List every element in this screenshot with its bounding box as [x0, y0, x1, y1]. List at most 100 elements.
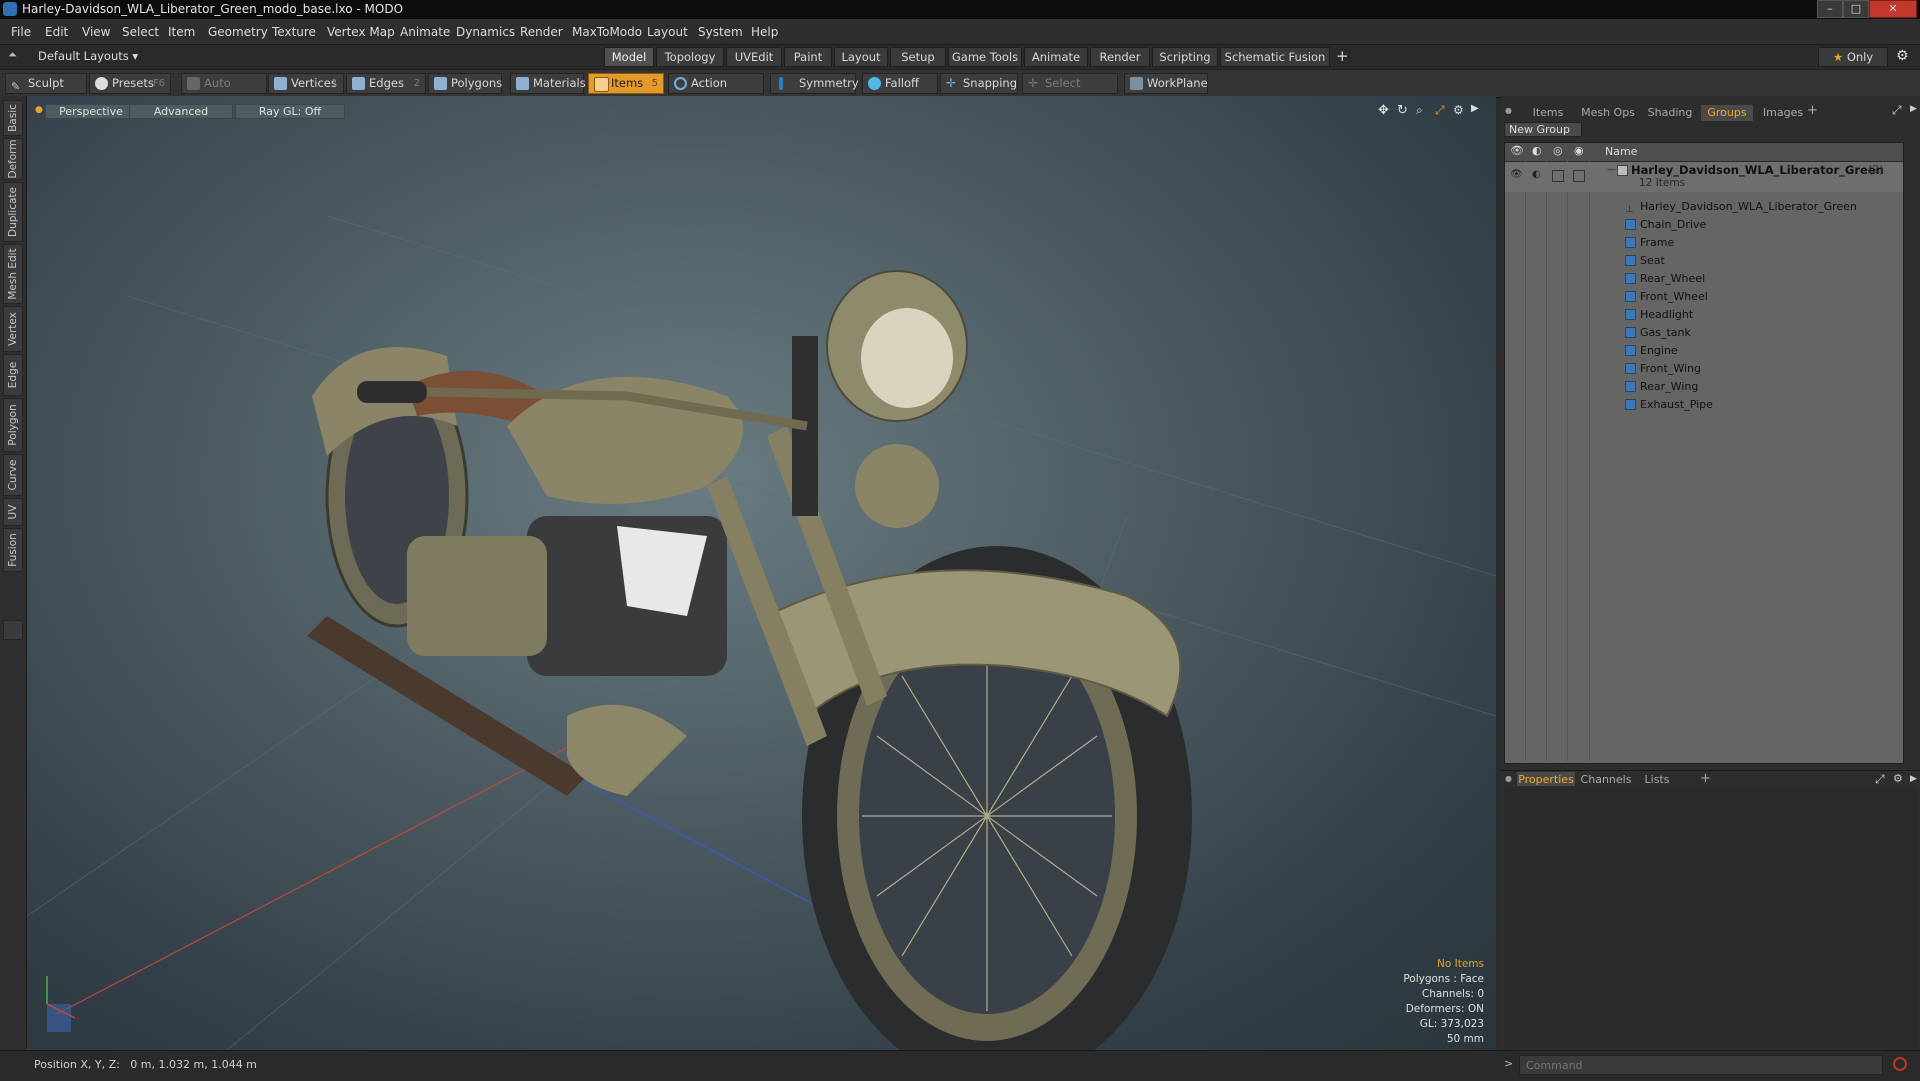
- menu-edit[interactable]: Edit: [45, 25, 68, 39]
- list-item[interactable]: Exhaust_Pipe: [1625, 396, 1713, 413]
- menu-view[interactable]: View: [82, 25, 110, 39]
- sculpt-button[interactable]: ✎ Sculpt: [5, 73, 87, 94]
- menu-texture[interactable]: Texture: [272, 25, 316, 39]
- auto-select-button[interactable]: Auto Select: [181, 73, 267, 109]
- list-item[interactable]: Front_Wing: [1625, 360, 1701, 377]
- panel-menu-arrow-icon[interactable]: ▶: [1910, 774, 1917, 784]
- tab-curve[interactable]: Curve: [3, 454, 23, 496]
- visibility-column-icon[interactable]: 👁: [1510, 144, 1524, 157]
- tab-render[interactable]: Render: [1090, 47, 1150, 67]
- view-type-dropdown[interactable]: Perspective: [45, 104, 137, 119]
- tab-scripting[interactable]: Scripting: [1152, 47, 1218, 67]
- layout-preset-dropdown[interactable]: Default Layouts ▾: [38, 49, 138, 63]
- list-item[interactable]: Rear_Wing: [1625, 378, 1698, 395]
- render-column-icon[interactable]: ◐: [1532, 144, 1542, 157]
- lock-column-icon[interactable]: ◎: [1553, 144, 1563, 157]
- viewport-options-icon[interactable]: ●: [35, 105, 43, 115]
- pan-icon[interactable]: ✥: [1378, 103, 1389, 118]
- record-icon[interactable]: [1893, 1057, 1907, 1071]
- group-lock-checkbox[interactable]: [1552, 170, 1564, 182]
- add-tab-icon[interactable]: +: [1700, 771, 1711, 786]
- tab-shading[interactable]: Shading: [1641, 105, 1699, 121]
- viewport-settings-icon[interactable]: ⚙: [1453, 103, 1464, 117]
- raygl-toggle[interactable]: Ray GL: Off: [235, 104, 345, 119]
- menu-dynamics[interactable]: Dynamics: [456, 25, 515, 39]
- expand-panel-icon[interactable]: ⤢: [1892, 103, 1902, 118]
- tab-schematic-fusion[interactable]: Schematic Fusion: [1220, 47, 1330, 67]
- list-item[interactable]: Gas_tank: [1625, 324, 1691, 341]
- tab-deform[interactable]: Deform: [3, 138, 23, 180]
- tab-items[interactable]: Items: [1521, 105, 1575, 121]
- new-group-button[interactable]: New Group: [1504, 122, 1582, 137]
- menu-geometry[interactable]: Geometry: [208, 25, 268, 39]
- list-item[interactable]: Chain_Drive: [1625, 216, 1706, 233]
- menu-file[interactable]: File: [11, 25, 31, 39]
- snapping-button[interactable]: ✛ Snapping: [940, 73, 1018, 94]
- tab-model[interactable]: Model: [604, 47, 654, 67]
- collapse-group-icon[interactable]: —: [1607, 165, 1616, 175]
- falloff-button[interactable]: Falloff: [862, 73, 938, 94]
- edges-button[interactable]: Edges 2: [346, 73, 426, 94]
- select-through-button[interactable]: ✛ Select Through: [1022, 73, 1118, 109]
- shading-mode-dropdown[interactable]: Advanced: [129, 104, 233, 119]
- list-item[interactable]: Front_Wheel: [1625, 288, 1708, 305]
- tab-game-tools[interactable]: Game Tools: [948, 47, 1022, 67]
- menu-vertex-map[interactable]: Vertex Map: [327, 25, 395, 39]
- group-visibility-icon[interactable]: 👁: [1510, 169, 1523, 180]
- add-tab-icon[interactable]: +: [1336, 47, 1349, 65]
- rotate-icon[interactable]: ↻: [1397, 103, 1408, 118]
- palette-toggle[interactable]: [3, 620, 23, 640]
- menu-item[interactable]: Item: [168, 25, 195, 39]
- menu-layout[interactable]: Layout: [647, 25, 688, 39]
- vertices-button[interactable]: Vertices 1: [268, 73, 344, 94]
- list-item[interactable]: Headlight: [1625, 306, 1693, 323]
- tab-layout[interactable]: Layout: [834, 47, 888, 67]
- command-input[interactable]: [1519, 1055, 1883, 1075]
- menu-animate[interactable]: Animate: [400, 25, 450, 39]
- tab-fusion[interactable]: Fusion: [3, 528, 23, 572]
- menu-render[interactable]: Render: [520, 25, 563, 39]
- close-icon[interactable]: ✕: [1869, 0, 1917, 18]
- fit-view-icon[interactable]: ⤢: [1435, 103, 1445, 118]
- tab-topology[interactable]: Topology: [656, 47, 724, 67]
- tab-polygon[interactable]: Polygon: [3, 398, 23, 452]
- tab-vertex[interactable]: Vertex: [3, 306, 23, 352]
- materials-button[interactable]: Materials: [510, 73, 586, 94]
- select-column-icon[interactable]: ◉: [1574, 144, 1584, 157]
- workplane-button[interactable]: WorkPlane: [1124, 73, 1208, 94]
- list-item[interactable]: Rear_Wheel: [1625, 270, 1705, 287]
- tab-mesh-edit[interactable]: Mesh Edit: [3, 244, 23, 304]
- menu-system[interactable]: System: [698, 25, 743, 39]
- layout-collapse-icon[interactable]: ⏶: [8, 48, 17, 62]
- presets-button[interactable]: Presets F6: [89, 73, 171, 94]
- list-item[interactable]: Frame: [1625, 234, 1674, 251]
- symmetry-button[interactable]: Symmetry: [770, 73, 859, 94]
- maximize-icon[interactable]: □: [1843, 0, 1869, 18]
- add-tab-icon[interactable]: +: [1807, 103, 1818, 118]
- tab-duplicate[interactable]: Duplicate: [3, 182, 23, 242]
- list-item[interactable]: Engine: [1625, 342, 1678, 359]
- zoom-icon[interactable]: ⌕: [1416, 103, 1423, 118]
- list-item[interactable]: ⊥ Harley_Davidson_WLA_Liberator_Green: [1625, 198, 1857, 215]
- group-select-checkbox[interactable]: [1573, 170, 1585, 182]
- menu-select[interactable]: Select: [122, 25, 159, 39]
- tab-groups[interactable]: Groups: [1701, 105, 1753, 121]
- menu-maxtomodo[interactable]: MaxToModo: [572, 25, 642, 39]
- tab-uvedit[interactable]: UVEdit: [726, 47, 782, 67]
- polygons-button[interactable]: Polygons: [428, 73, 502, 94]
- viewport-menu-arrow-icon[interactable]: ▶: [1471, 103, 1479, 114]
- tab-setup[interactable]: Setup: [890, 47, 946, 67]
- action-center-button[interactable]: Action Center: [668, 73, 764, 109]
- tab-paint[interactable]: Paint: [784, 47, 832, 67]
- 3d-viewport[interactable]: ● Perspective Advanced Ray GL: Off ✥ ↻ ⌕…: [27, 96, 1496, 1050]
- tab-basic[interactable]: Basic: [3, 100, 23, 136]
- tab-animate[interactable]: Animate: [1024, 47, 1088, 67]
- expand-panel-icon[interactable]: ⤢: [1875, 772, 1885, 787]
- group-row[interactable]: 👁 ◐ — Harley_Davidson_WLA_Liberator_Gree…: [1505, 162, 1903, 192]
- gear-icon[interactable]: ⚙: [1893, 772, 1903, 785]
- tab-edge[interactable]: Edge: [3, 354, 23, 396]
- tab-uv[interactable]: UV: [3, 498, 23, 526]
- list-item[interactable]: Seat: [1625, 252, 1665, 269]
- gear-icon[interactable]: ⚙: [1896, 48, 1909, 64]
- tab-mesh-ops[interactable]: Mesh Ops: [1577, 105, 1639, 121]
